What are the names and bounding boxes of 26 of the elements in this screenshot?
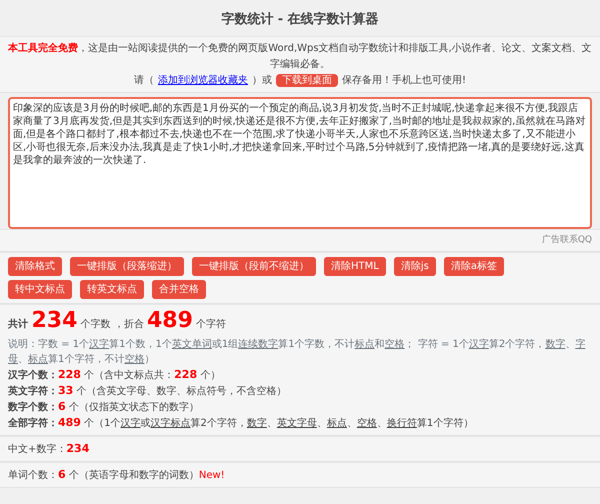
action-button[interactable]: 清除js [394,257,436,276]
stat-text: 全部字符：489 个（1个汉字或汉字标点算2个字符，数字、英文字母、标点、空格、换行符算1个字符） [8,415,474,431]
page-title: 字数统计 - 在线字数计算器 [220,10,380,29]
save-text: 保存备用！手机上也可使用! [342,74,466,88]
action-button[interactable]: 一键排版（段前不缩进） [192,257,316,276]
total-count-text: 共计 234 个字数 ，折合 489 个字符 [8,309,228,333]
explanation-text: 说明：字数 = 1个汉字算1个数，1个英文单词或1组连续数字算1个字数，不计标点和空格； 字符 = 1个汉字算2个字符，数字、字母、标点算1个字符，不计空格） [8,338,586,367]
action-button[interactable]: 转英文标点 [80,280,144,299]
text-input-area[interactable]: 印象深的应该是3月份的时候吧,邮的东西是1月份买的一个预定的商品,说3月初发货,当时不正封城呢,快递拿起来很不方便,我跟店家商量了3月底再发货,但是其实到东西送到的时候,快递还是很不方便,去年正好搬家了,当时邮的地址是我叔叔家的,虽然就在马路对面,但是各个路口都封了,根本都过不去,快递也不在一个范围,求了快递小哥半天,人家也不乐意跨区送,当时快递太多了,又不能进小区,小哥也很无奈,后来没办法,我真是走了快1小时,才把快递拿回来,平时过个马路,5分钟就到了,疫情把路一堵,真的是要绕好远,这真是我拿的最奔波的一次快递了. [8,96,592,228]
stat-text: 汉字个数：228 个（含中文标点共：228 个） [8,367,222,383]
stat-text: 中文+数字：234 [8,441,90,457]
or-text: ）或 [252,74,272,88]
stat-text: 英文字符：33 个（含英文字母、数字、标点符号，不含空格） [8,383,288,399]
stat-text: 单词个数：6 个（英语字母和数字的词数）New! [8,467,226,483]
action-button[interactable]: 合并空格 [152,280,206,299]
bookmark-link[interactable]: 添加到浏览器收藏夹 [158,72,248,88]
action-button[interactable]: 清除a标签 [444,257,504,276]
intro-text: 本工具完全免费，这是由一站阅读提供的一个免费的网页版Word,Wps文档自动字数统计和排版工具,小说作者、论文、文案文档、文字编辑必备。 [8,41,592,72]
ad-contact-text: 广告联系QQ [542,234,592,246]
action-button[interactable]: 转中文标点 [8,280,72,299]
action-button[interactable]: 一键排版（段落缩进） [70,257,184,276]
download-button[interactable]: 下载到桌面 [276,74,338,86]
action-button[interactable]: 清除格式 [8,257,62,276]
please-text: 请（ [134,74,154,88]
stat-text: 数字个数：6 个（仅指英文状态下的数字） [8,399,200,415]
action-button[interactable]: 清除HTML [324,257,386,276]
